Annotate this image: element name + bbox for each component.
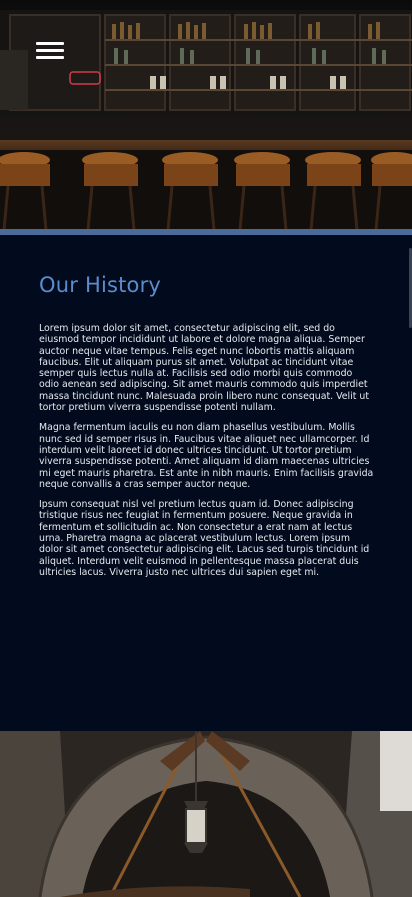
history-paragraph: Ipsum consequat nisl vel pretium lectus … — [39, 499, 370, 578]
hero-bar-photo — [0, 0, 412, 231]
history-title: Our History — [39, 273, 162, 297]
page: Our History Lorem ipsum dolor sit amet, … — [0, 0, 412, 897]
hamburger-menu-button[interactable] — [34, 38, 66, 64]
hamburger-menu-icon-line — [36, 42, 64, 45]
hamburger-menu-icon-line — [36, 56, 64, 59]
history-body: Lorem ipsum dolor sit amet, consectetur … — [39, 323, 375, 587]
history-paragraph: Lorem ipsum dolor sit amet, consectetur … — [39, 323, 370, 414]
history-section: Our History Lorem ipsum dolor sit amet, … — [0, 235, 412, 731]
bar-stools-illustration — [0, 150, 412, 231]
bottom-doorway-photo — [0, 731, 412, 897]
history-paragraph: Magna fermentum iaculis eu non diam phas… — [39, 422, 374, 490]
arched-doorway-lantern-illustration — [0, 731, 412, 897]
hamburger-menu-icon-line — [36, 49, 64, 52]
